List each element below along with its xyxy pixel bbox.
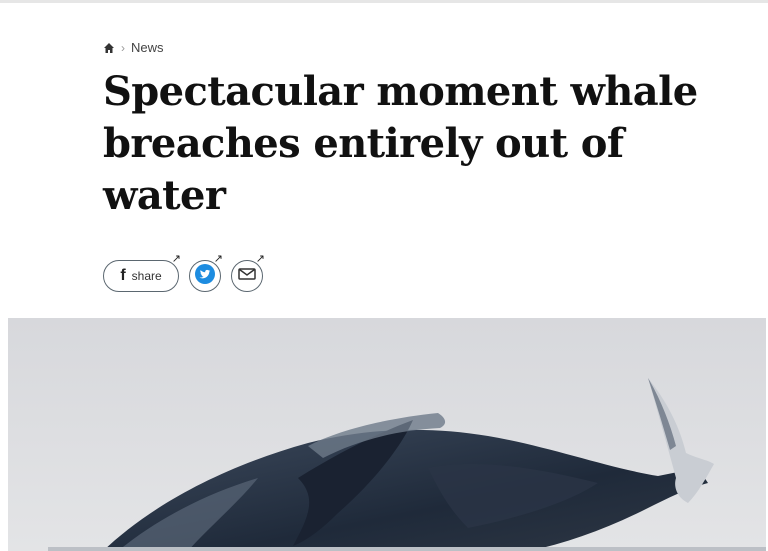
facebook-share-button[interactable]: f share ↗	[103, 254, 181, 292]
whale-breach-image[interactable]	[8, 318, 766, 551]
article-page: › News Spectacular moment whale breaches…	[0, 0, 768, 551]
facebook-icon: f	[120, 267, 126, 284]
email-share-button[interactable]: ↗	[231, 254, 265, 292]
share-bar: f share ↗ ↗ ↗	[103, 254, 265, 292]
home-icon[interactable]	[103, 42, 115, 54]
article-headline: Spectacular moment whale breaches entire…	[103, 68, 698, 219]
external-arrow-icon: ↗	[255, 253, 265, 265]
external-arrow-icon: ↗	[213, 253, 223, 265]
email-icon	[237, 266, 257, 287]
twitter-share-button[interactable]: ↗	[189, 254, 223, 292]
breadcrumb-news-link[interactable]: News	[131, 40, 164, 55]
breadcrumb-separator: ›	[121, 40, 125, 55]
top-border	[0, 0, 768, 3]
twitter-icon	[194, 263, 216, 290]
external-arrow-icon: ↗	[171, 253, 181, 265]
facebook-share-label: share	[131, 269, 162, 283]
breadcrumb: › News	[103, 40, 164, 55]
